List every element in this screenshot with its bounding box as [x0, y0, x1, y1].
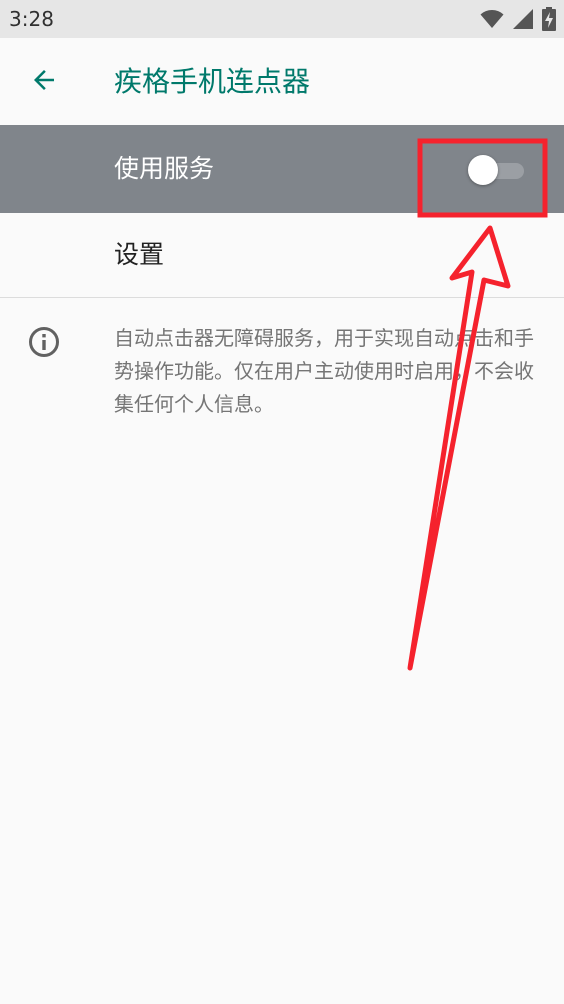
- use-service-toggle[interactable]: [464, 153, 526, 187]
- use-service-row[interactable]: 使用服务: [0, 125, 564, 213]
- signal-icon: [512, 7, 534, 31]
- divider: [0, 297, 564, 298]
- status-time: 3:28: [9, 7, 54, 31]
- toggle-thumb: [468, 155, 498, 185]
- info-icon: [28, 326, 60, 358]
- settings-row[interactable]: 设置: [0, 213, 564, 297]
- settings-label: 设置: [114, 240, 165, 269]
- back-button[interactable]: [20, 58, 68, 106]
- page-title: 疾格手机连点器: [114, 65, 311, 98]
- status-icons: [480, 7, 556, 31]
- battery-charging-icon: [542, 7, 556, 31]
- use-service-label: 使用服务: [114, 154, 215, 183]
- app-bar: 疾格手机连点器: [0, 38, 564, 125]
- wifi-icon: [480, 7, 504, 31]
- arrow-back-icon: [29, 65, 59, 99]
- service-description: 自动点击器无障碍服务，用于实现自动点击和手势操作功能。仅在用户主动使用时启用，不…: [114, 326, 534, 416]
- status-bar: 3:28: [0, 0, 564, 38]
